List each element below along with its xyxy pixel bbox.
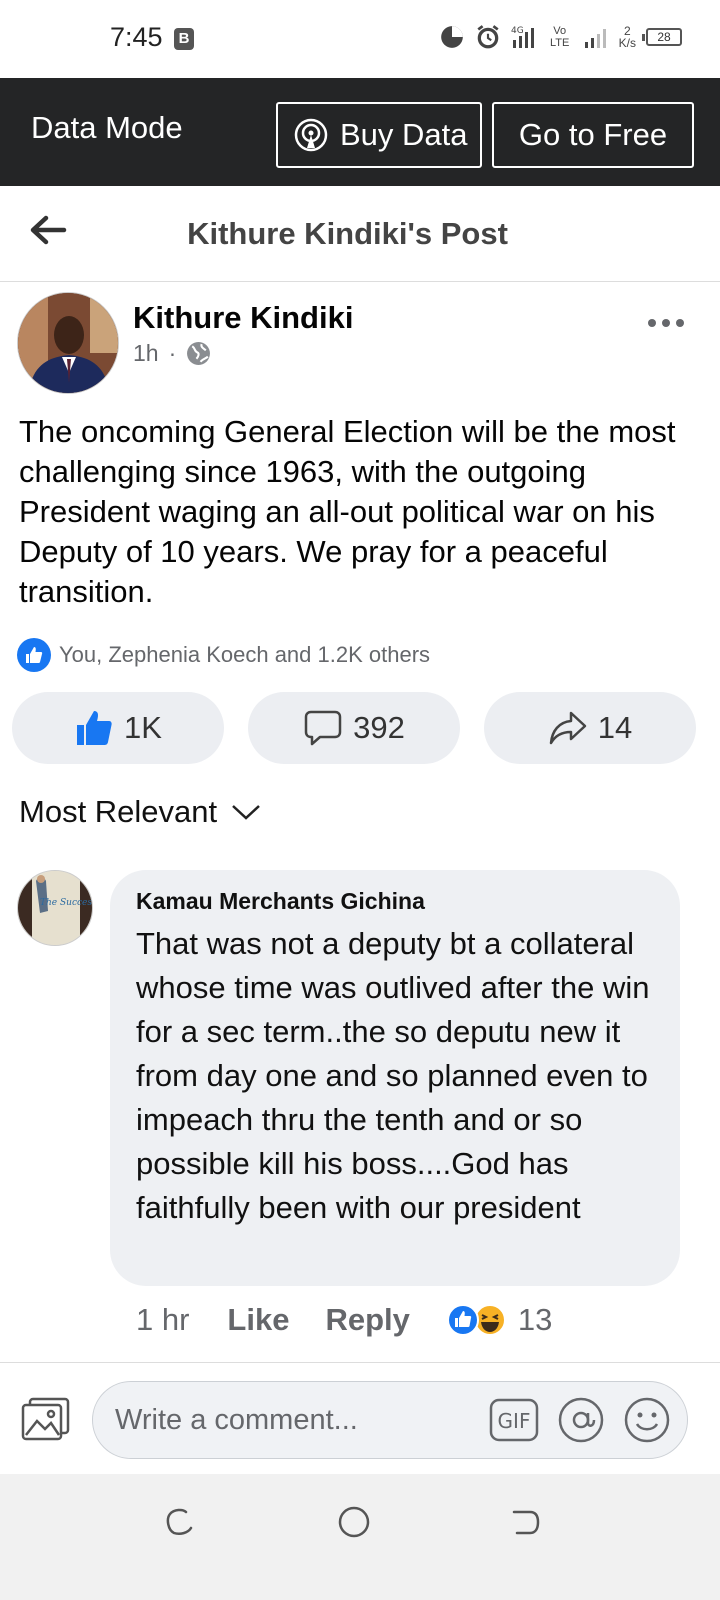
post-meta: 1h · bbox=[133, 340, 211, 367]
sort-comments-dropdown[interactable]: Most Relevant bbox=[19, 794, 261, 830]
home-icon[interactable] bbox=[336, 1504, 372, 1540]
comment-footer: 1 hr Like Reply 13 bbox=[136, 1302, 552, 1338]
page-title: Kithure Kindiki's Post bbox=[187, 216, 508, 251]
more-options-icon[interactable] bbox=[646, 316, 686, 330]
post-author[interactable]: Kithure Kindiki bbox=[133, 300, 353, 336]
like-reaction-icon bbox=[17, 638, 51, 672]
globe-icon bbox=[187, 342, 211, 365]
status-bar: 7:45 B 4G Vo LTE 2 K/s 28 bbox=[0, 0, 720, 78]
comment-reactions[interactable] bbox=[446, 1303, 506, 1337]
comment-text: That was not a deputy bt a collateral wh… bbox=[136, 926, 650, 1225]
meta-separator: · bbox=[168, 340, 177, 366]
share-count: 14 bbox=[597, 710, 633, 745]
author-photo bbox=[18, 293, 118, 393]
recent-apps-icon[interactable] bbox=[164, 1506, 196, 1538]
comment-like-button[interactable]: Like bbox=[227, 1302, 289, 1338]
signal-icon bbox=[584, 29, 606, 48]
b-badge-icon: B bbox=[174, 28, 194, 50]
post-actions: 1K 392 14 bbox=[12, 692, 696, 764]
buy-data-button[interactable]: Buy Data bbox=[276, 102, 482, 168]
gif-icon[interactable]: GIF bbox=[489, 1398, 539, 1442]
back-nav-icon[interactable] bbox=[510, 1506, 542, 1538]
svg-text:GIF: GIF bbox=[498, 1409, 531, 1433]
comment-count: 392 bbox=[353, 710, 405, 745]
post-body: The oncoming General Election will be th… bbox=[19, 414, 676, 609]
mention-icon[interactable] bbox=[557, 1396, 605, 1444]
comment-composer: Write a comment... GIF bbox=[0, 1362, 720, 1474]
like-button[interactable]: 1K bbox=[12, 692, 224, 764]
post-header: Kithure Kindiki's Post bbox=[0, 186, 720, 282]
svg-text:The Success Principles: The Success Principles bbox=[40, 898, 93, 908]
broadcast-icon bbox=[294, 118, 328, 152]
comment-icon bbox=[304, 710, 342, 746]
comment-bubble: Kamau Merchants Gichina That was not a d… bbox=[110, 870, 680, 1286]
share-arrow-icon bbox=[549, 711, 586, 745]
photo-icon[interactable] bbox=[20, 1395, 72, 1443]
reactions-summary[interactable]: You, Zephenia Koech and 1.2K others bbox=[17, 638, 430, 672]
comment-time: 1 hr bbox=[136, 1302, 190, 1337]
go-to-free-label: Go to Free bbox=[518, 117, 668, 152]
author-avatar[interactable] bbox=[17, 292, 119, 394]
buy-data-label: Buy Data bbox=[340, 117, 468, 152]
network-speed: 2 K/s bbox=[618, 24, 636, 50]
share-button[interactable]: 14 bbox=[484, 692, 696, 764]
alarm-icon bbox=[477, 25, 499, 49]
book-cover-photo: The Success Principles bbox=[18, 871, 93, 945]
svg-text:4G: 4G bbox=[511, 26, 524, 36]
system-nav-bar bbox=[0, 1474, 720, 1600]
comment-author[interactable]: Kamau Merchants Gichina bbox=[136, 888, 425, 915]
data-mode-label: Data Mode bbox=[31, 110, 183, 145]
go-to-free-button[interactable]: Go to Free bbox=[492, 102, 694, 168]
data-saver-icon bbox=[440, 26, 463, 48]
thumbs-up-icon bbox=[77, 711, 112, 745]
comment-button[interactable]: 392 bbox=[248, 692, 460, 764]
volte-icon: Vo LTE bbox=[549, 25, 570, 49]
like-count: 1K bbox=[124, 710, 162, 745]
like-haha-reaction-icons bbox=[446, 1304, 506, 1336]
comment-reaction-count: 13 bbox=[517, 1302, 553, 1337]
post-time[interactable]: 1h bbox=[133, 340, 159, 367]
battery-icon: 28 bbox=[642, 28, 682, 46]
emoji-icon[interactable] bbox=[623, 1396, 671, 1444]
comment-reply-button[interactable]: Reply bbox=[325, 1302, 409, 1338]
status-time: 7:45 bbox=[110, 22, 163, 52]
commenter-avatar[interactable]: The Success Principles bbox=[17, 870, 93, 946]
4g-signal-icon: 4G bbox=[511, 26, 534, 48]
comment-placeholder: Write a comment... bbox=[115, 1404, 358, 1436]
sort-label: Most Relevant bbox=[19, 794, 218, 829]
chevron-down-icon bbox=[232, 805, 260, 820]
status-icons: 4G Vo LTE 2 K/s 28 bbox=[439, 24, 682, 50]
comment-input[interactable]: Write a comment... GIF bbox=[92, 1381, 688, 1459]
data-mode-bar: Data Mode Buy Data Go to Free bbox=[0, 78, 720, 186]
reactions-text: You, Zephenia Koech and 1.2K others bbox=[59, 642, 431, 667]
